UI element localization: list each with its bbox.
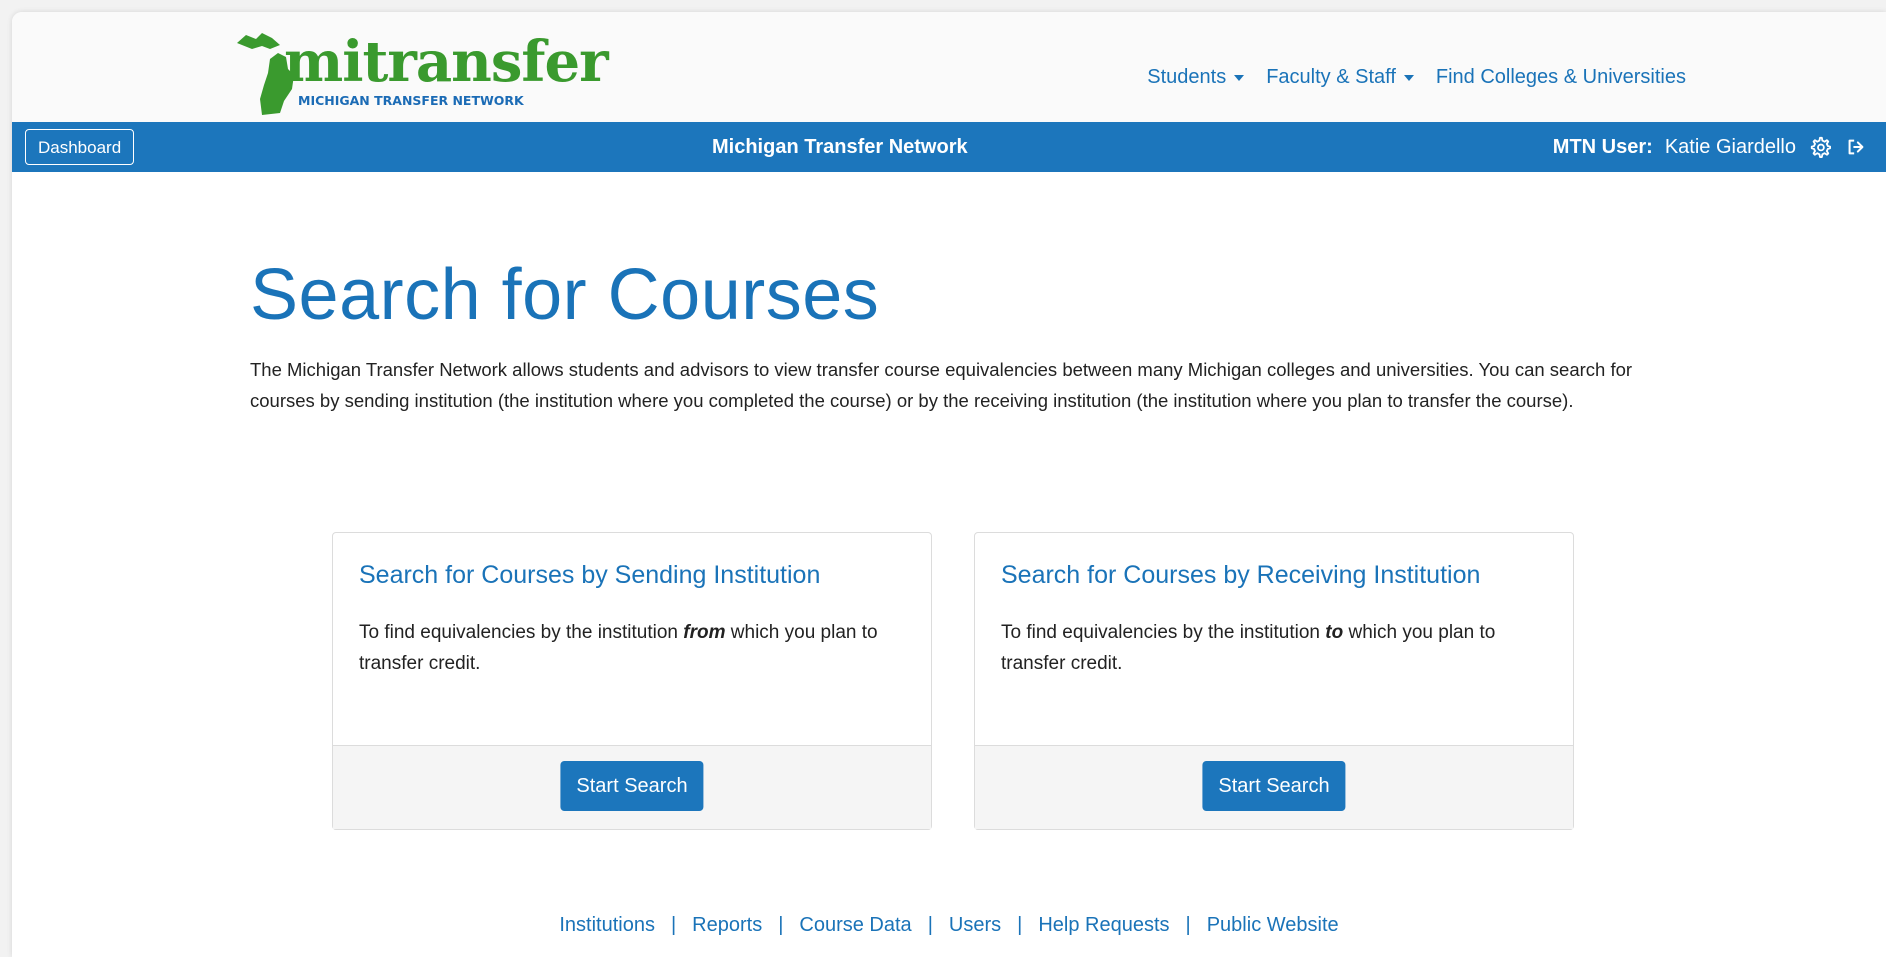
sending-institution-card: Search for Courses by Sending Institutio… [332, 532, 932, 830]
nav-students-dropdown[interactable]: Students [1147, 66, 1245, 89]
nav-faculty-label: Faculty & Staff [1266, 66, 1396, 88]
footer-separator: | [1185, 914, 1191, 936]
user-label: MTN User: [1552, 135, 1653, 158]
dashboard-button[interactable]: Dashboard [25, 129, 135, 165]
mitransfer-logo[interactable]: mitransfer MICHIGAN TRANSFER NETWORK [232, 29, 609, 117]
card-footer: Start Search [333, 745, 931, 829]
card-description: To find equivalencies by the institution… [359, 622, 878, 674]
footer-separator: | [927, 914, 933, 936]
intro-paragraph: The Michigan Transfer Network allows stu… [250, 359, 1633, 411]
app-bar-title: Michigan Transfer Network [712, 136, 968, 158]
footer-link-help-requests[interactable]: Help Requests [1038, 914, 1169, 937]
logo-wordmark: mitransfer [284, 29, 609, 95]
user-name: Katie Giardello [1664, 135, 1796, 158]
start-search-receiving-button[interactable]: Start Search [1202, 761, 1346, 811]
nav-faculty-dropdown[interactable]: Faculty & Staff [1266, 66, 1414, 89]
caret-down-icon [1403, 74, 1414, 81]
top-navbar: mitransfer MICHIGAN TRANSFER NETWORK Stu… [12, 12, 1886, 122]
footer-separator: | [778, 914, 784, 936]
card-footer: Start Search [975, 745, 1573, 829]
start-search-sending-button[interactable]: Start Search [560, 761, 704, 811]
footer-separator: | [670, 914, 677, 936]
footer-link-institutions[interactable]: Institutions [559, 914, 655, 937]
footer-separator: | [1017, 914, 1023, 936]
app-bar: Dashboard Michigan Transfer Network MTN … [12, 122, 1886, 172]
footer-link-reports[interactable]: Reports [692, 914, 762, 937]
emphasis-from: from [683, 622, 726, 643]
sign-out-icon[interactable] [1844, 135, 1868, 159]
card-title: Search for Courses by Sending Institutio… [359, 561, 821, 589]
footer-links: Institutions | Reports | Course Data | U… [12, 914, 1886, 937]
receiving-institution-card: Search for Courses by Receiving Institut… [974, 532, 1574, 830]
logo-subtitle: MICHIGAN TRANSFER NETWORK [298, 93, 524, 108]
main-nav: Students Faculty & Staff Find Colleges &… [1147, 66, 1686, 89]
caret-down-icon [1234, 74, 1245, 81]
emphasis-to: to [1325, 622, 1344, 643]
page-title: Search for Courses [250, 255, 880, 335]
footer-link-users[interactable]: Users [949, 914, 1001, 937]
user-info: MTN User: Katie Giardello [1553, 122, 1868, 172]
nav-students-label: Students [1147, 66, 1227, 88]
gear-icon[interactable] [1808, 135, 1832, 159]
card-title: Search for Courses by Receiving Institut… [1001, 561, 1481, 589]
footer-link-course-data[interactable]: Course Data [799, 914, 911, 937]
footer-link-public-website[interactable]: Public Website [1207, 914, 1339, 937]
browser-window: mitransfer MICHIGAN TRANSFER NETWORK Stu… [12, 12, 1886, 957]
nav-find-colleges-link[interactable]: Find Colleges & Universities [1436, 66, 1686, 89]
card-description: To find equivalencies by the institution… [1001, 622, 1496, 674]
